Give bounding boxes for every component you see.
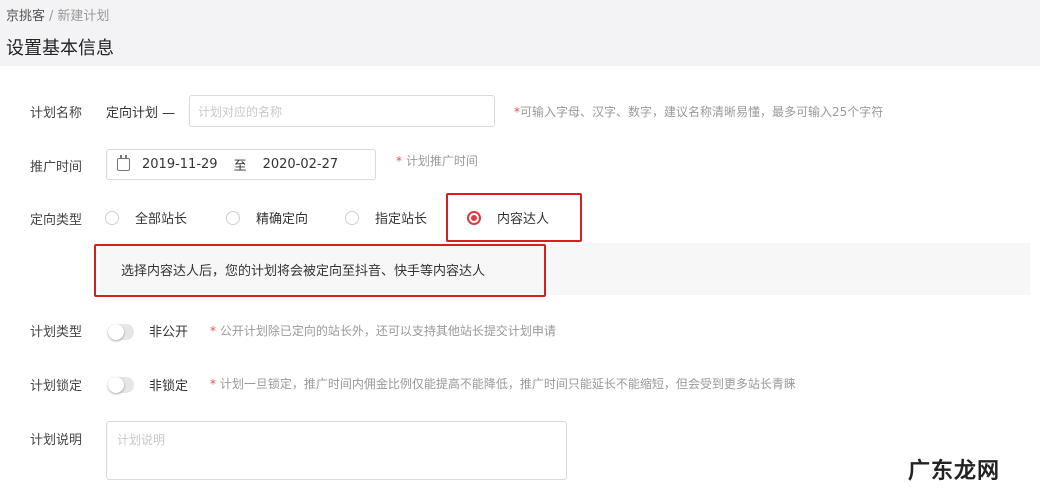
radio-all-publishers-circle[interactable] [105, 210, 119, 225]
plan-name-label: 计划名称 [30, 106, 83, 121]
lock-toggle-knob[interactable] [108, 377, 124, 393]
calendar-icon [117, 155, 130, 171]
promo-time-hint: * 计划推广时间 [396, 152, 478, 169]
target-type-label: 定向类型 [30, 213, 83, 228]
public-toggle[interactable] [108, 324, 134, 340]
watermark-text: 广东龙网 [907, 458, 1000, 484]
radio-specified-publisher-circle[interactable] [345, 210, 359, 225]
radio-all-publishers[interactable]: 全部站长 [105, 208, 187, 227]
breadcrumb-root[interactable]: 京挑客 [6, 9, 45, 24]
breadcrumb-separator: / [49, 9, 54, 24]
plan-desc-label: 计划说明 [30, 433, 83, 448]
plan-lock-hint-text: 计划一旦锁定，推广时间内佣金比例仅能提高不能降低，推广时间只能延长不能缩短，但会… [219, 377, 796, 391]
plan-name-hint: *可输入字母、汉字、数字，建议名称清晰易懂，最多可输入25个字符 [514, 103, 883, 120]
breadcrumb-current: 新建计划 [57, 9, 110, 24]
date-range-separator: 至 [233, 159, 247, 174]
highlight-box-content-creator [446, 193, 582, 242]
radio-precise-target-label: 精确定向 [256, 212, 309, 227]
promo-time-label: 推广时间 [30, 160, 83, 175]
plan-type-label: 计划类型 [30, 325, 83, 340]
page-header: 京挑客 / 新建计划 设置基本信息 [0, 0, 1040, 66]
plan-name-hint-text: 可输入字母、汉字、数字，建议名称清晰易懂，最多可输入25个字符 [520, 105, 884, 119]
radio-specified-publisher-label: 指定站长 [375, 212, 428, 227]
radio-all-publishers-label: 全部站长 [135, 212, 188, 227]
promo-time-hint-star: * [396, 154, 402, 168]
radio-specified-publisher[interactable]: 指定站长 [345, 208, 427, 227]
plan-type-hint: * 公开计划除已定向的站长外，还可以支持其他站长提交计划申请 [210, 322, 556, 339]
plan-name-input[interactable]: 计划对应的名称 [189, 95, 495, 127]
watermark-logo: 广东龙网 [908, 453, 1000, 485]
breadcrumb: 京挑客 / 新建计划 [6, 5, 109, 24]
plan-name-prefix: 定向计划 — [106, 106, 176, 121]
date-range-picker[interactable]: 2019-11-29 至 2020-02-27 [106, 149, 376, 180]
start-date[interactable]: 2019-11-29 [142, 157, 218, 172]
public-toggle-knob[interactable] [108, 324, 124, 340]
plan-lock-hint-star: * [210, 377, 216, 391]
highlight-box-info [94, 244, 546, 297]
radio-precise-target-circle[interactable] [226, 210, 240, 225]
lock-toggle-label: 非锁定 [149, 379, 189, 394]
promo-time-hint-text: 计划推广时间 [405, 154, 478, 168]
plan-desc-textarea[interactable]: 计划说明 [106, 421, 567, 480]
plan-lock-label: 计划锁定 [30, 379, 83, 394]
plan-lock-hint: * 计划一旦锁定，推广时间内佣金比例仅能提高不能降低，推广时间只能延长不能缩短，… [210, 375, 796, 392]
end-date[interactable]: 2020-02-27 [263, 157, 339, 172]
form-card: 计划名称 定向计划 — 计划对应的名称 *可输入字母、汉字、数字，建议名称清晰易… [6, 78, 1040, 501]
page-title: 设置基本信息 [6, 38, 114, 59]
public-toggle-label: 非公开 [149, 325, 189, 340]
radio-precise-target[interactable]: 精确定向 [226, 208, 308, 227]
plan-type-hint-star: * [210, 324, 216, 338]
plan-type-hint-text: 公开计划除已定向的站长外，还可以支持其他站长提交计划申请 [219, 324, 556, 338]
lock-toggle[interactable] [108, 377, 134, 393]
